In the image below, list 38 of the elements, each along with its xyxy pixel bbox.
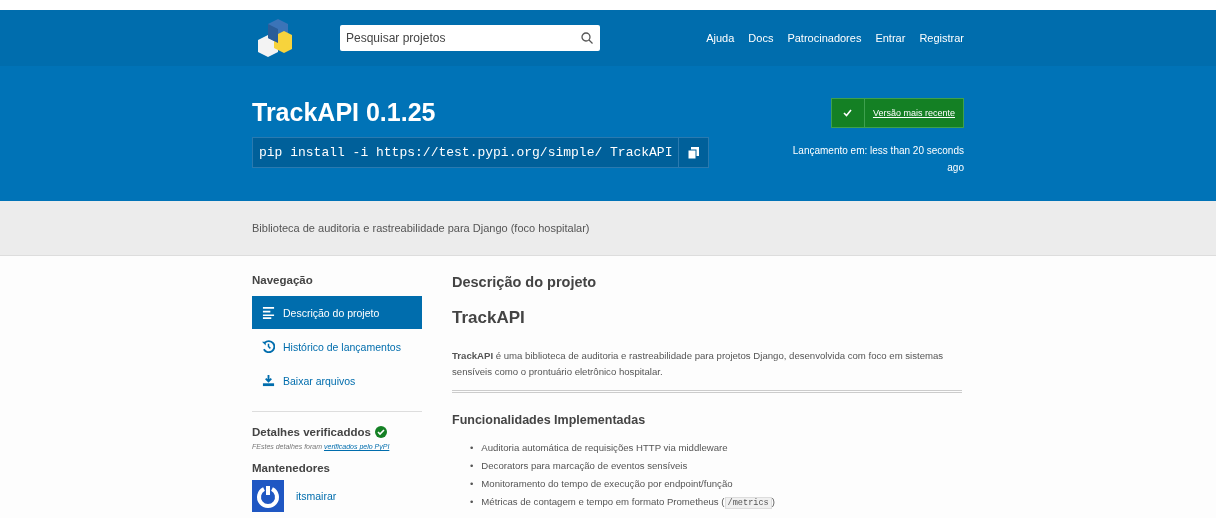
sidebar-heading: Detalhes verificaddos [252,426,371,438]
feature-item: Métricas de contagem e tempo em formato Prometheus ( /metrics ) [481,495,775,511]
search-icon[interactable] [581,32,593,44]
nav-link[interactable]: Ajuda [706,32,735,44]
intro-paragraph: TrackAPI é uma biblioteca de auditoria e rastreabilidade para projetos Django, desenvolvida com foco em sistemas sensíveis como o prontuário eletrônico hospitalar. [452,349,945,379]
readme-title: TrackAPI [452,308,526,328]
list-icon [262,306,275,319]
sidebar-item[interactable]: Histórico de lançamentos [252,330,422,363]
bullet: • [470,495,474,509]
section-heading: Descrição do projeto [452,274,598,290]
bullet: • [470,459,474,473]
install-command: pip install -i https://test.pypi.org/simple/ TrackAPI [258,144,674,162]
nav-link[interactable]: Patrocinadores [787,32,862,44]
sidebar-heading: Mantenedores [252,462,331,474]
maintainer-link[interactable]: itsmairar [296,490,337,502]
sidebar-heading: Navegação [252,274,314,286]
check-icon [843,109,853,117]
avatar-icon[interactable] [252,480,284,512]
release-date: Lançamento em: less than 20 seconds ago [791,144,964,175]
project-summary: Biblioteca de auditoria e rastreabilidade para Django (foco hospitalar) [252,222,590,234]
search-field[interactable]: Pesquisar projetos [340,25,600,51]
latest-version-button[interactable]: Versão mais recente [830,98,964,128]
sidebar-item[interactable]: Descrição do projeto [252,296,422,329]
features-heading: Funcionalidades Implementadas [452,413,647,427]
sidebar-item[interactable]: Baixar arquivos [252,364,422,397]
nav-link[interactable]: Docs [748,32,774,44]
feature-item: Auditoria automática de requisições HTTP via middleware [481,441,728,455]
nav-link[interactable]: Entrar [875,32,906,44]
project-title: TrackAPI 0.1.25 [252,98,437,127]
feature-item: Decorators para marcação de eventos sensíveis [481,459,688,473]
history-icon [262,340,275,353]
copy-icon [688,146,700,159]
verified-check-icon [374,426,387,438]
download-icon [262,374,275,387]
feature-item: Monitoramento do tempo de execução por endpoint/função [481,477,733,491]
nav-link[interactable]: Registrar [919,32,964,44]
bullet: • [470,477,474,491]
bullet: • [470,441,474,455]
